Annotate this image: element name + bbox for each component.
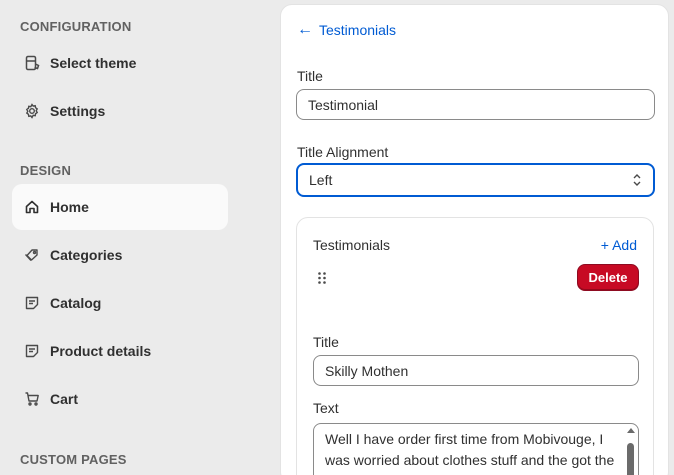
item-text-textarea[interactable]: Well I have order first time from Mobivo…: [313, 423, 639, 475]
sidebar-item-cart[interactable]: Cart: [12, 376, 228, 422]
sidebar-item-label: Categories: [50, 247, 123, 263]
sidebar-item-label: Settings: [50, 103, 106, 119]
arrow-left-icon: ←: [297, 21, 313, 38]
item-text-content: Well I have order first time from Mobivo…: [325, 431, 615, 475]
item-text-label: Text: [313, 400, 339, 416]
select-chevron-icon: [633, 174, 641, 186]
sidebar-item-label: Select theme: [50, 55, 137, 71]
title-input[interactable]: [296, 89, 655, 120]
editor-panel: ← Testimonials Title Title Alignment Lef…: [280, 4, 669, 475]
title-alignment-label: Title Alignment: [297, 144, 389, 160]
sidebar-item-label: Product details: [50, 343, 152, 359]
sidebar-item-product-details[interactable]: Product details: [12, 328, 228, 374]
tag-icon: [24, 247, 40, 263]
textarea-scrollbar[interactable]: [625, 425, 637, 475]
catalog-icon: [24, 295, 40, 311]
delete-button[interactable]: Delete: [577, 264, 639, 291]
sidebar-item-label: Catalog: [50, 295, 102, 311]
sidebar-item-home[interactable]: Home: [12, 184, 228, 230]
sidebar-item-catalog[interactable]: Catalog: [12, 280, 228, 326]
testimonials-card-title: Testimonials: [313, 237, 391, 253]
back-link-label: Testimonials: [319, 22, 397, 38]
item-title-label: Title: [313, 334, 339, 350]
title-label: Title: [297, 68, 323, 84]
section-label-configuration: CONFIGURATION: [20, 19, 132, 34]
sidebar-item-label: Home: [50, 199, 89, 215]
drag-handle-icon[interactable]: [317, 271, 327, 285]
product-icon: [24, 343, 40, 359]
sidebar: CONFIGURATION Select theme Settings DESI…: [0, 0, 240, 475]
title-alignment-value: Left: [309, 172, 333, 188]
testimonials-card: Testimonials + Add Delete Title Text Wel…: [296, 217, 654, 475]
title-alignment-select[interactable]: Left: [296, 163, 655, 197]
sidebar-item-settings[interactable]: Settings: [12, 88, 228, 134]
gear-icon: [24, 103, 40, 119]
scroll-up-icon[interactable]: [627, 428, 635, 433]
add-testimonial-button[interactable]: + Add: [601, 237, 637, 253]
scroll-thumb[interactable]: [627, 443, 634, 475]
sidebar-item-categories[interactable]: Categories: [12, 232, 228, 278]
section-label-custom-pages: CUSTOM PAGES: [20, 452, 127, 467]
cart-icon: [24, 391, 40, 407]
sidebar-item-label: Cart: [50, 391, 79, 407]
back-link[interactable]: ← Testimonials: [297, 21, 397, 39]
item-title-input[interactable]: [313, 355, 639, 386]
theme-icon: [24, 55, 40, 71]
section-label-design: DESIGN: [20, 163, 72, 178]
home-icon: [24, 199, 40, 215]
sidebar-item-select-theme[interactable]: Select theme: [12, 40, 228, 86]
